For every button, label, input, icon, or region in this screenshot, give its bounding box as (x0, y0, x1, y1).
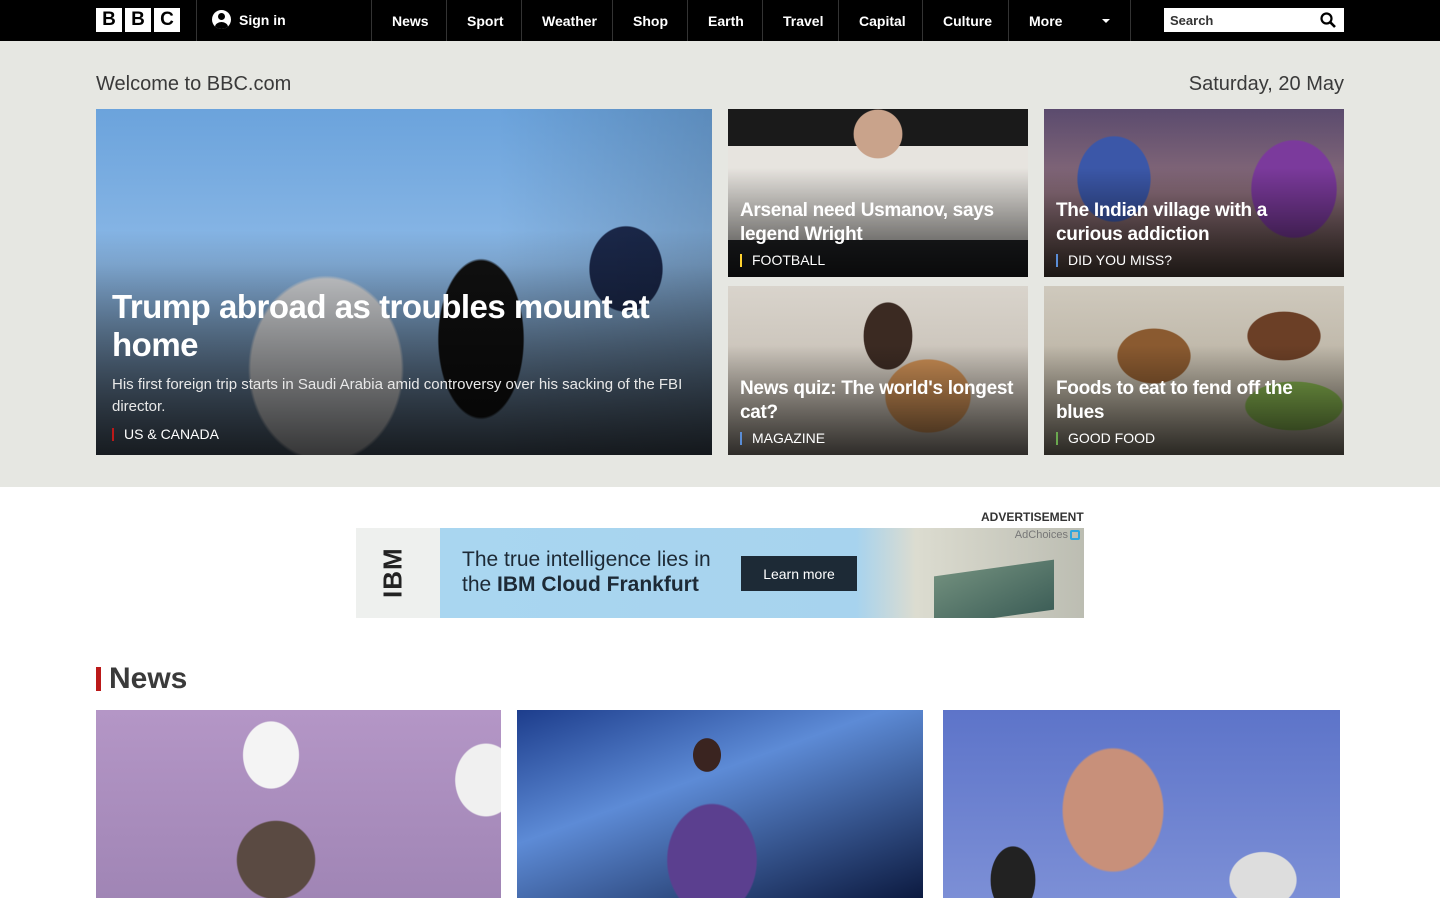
nav-travel[interactable]: Travel (762, 0, 838, 41)
nav-news[interactable]: News (371, 0, 446, 41)
news-story-image (943, 710, 1340, 898)
sign-in-button[interactable]: Sign in (212, 10, 286, 29)
main-story-tag[interactable]: US & CANADA (112, 427, 696, 441)
nav-earth[interactable]: Earth (687, 0, 762, 41)
story-text: Foods to eat to fend off the blues GOOD … (1056, 377, 1332, 445)
nav-more-label: More (1029, 12, 1063, 29)
main-story-text: Trump abroad as troubles mount at home H… (112, 288, 696, 441)
ad-line-2-bold: IBM Cloud Frankfurt (497, 573, 699, 596)
main-story-headline[interactable]: Trump abroad as troubles mount at home (112, 288, 696, 364)
story-card[interactable]: The Indian village with a curious addict… (1044, 109, 1344, 277)
story-tag[interactable]: GOOD FOOD (1056, 431, 1332, 445)
divider (196, 0, 197, 41)
adchoices-label: AdChoices (1014, 529, 1068, 541)
welcome-title: Welcome to BBC.com (96, 73, 292, 95)
story-text: News quiz: The world's longest cat? MAGA… (740, 377, 1016, 445)
adchoices-icon (1070, 530, 1080, 540)
story-tag[interactable]: MAGAZINE (740, 431, 1016, 445)
story-headline[interactable]: Foods to eat to fend off the blues (1056, 377, 1332, 425)
nav-capital[interactable]: Capital (838, 0, 922, 41)
adchoices-link[interactable]: AdChoices (1015, 529, 1080, 541)
ad-building-image (934, 559, 1054, 618)
search-input[interactable] (1164, 9, 1314, 31)
news-story-image (96, 710, 501, 898)
main-story-summary: His first foreign trip starts in Saudi A… (112, 376, 683, 415)
ibm-advert[interactable]: IBM The true intelligence lies in the IB… (356, 528, 1084, 618)
news-story-card[interactable] (517, 710, 923, 898)
nav-sport[interactable]: Sport (446, 0, 521, 41)
story-headline[interactable]: Arsenal need Usmanov, says legend Wright (740, 199, 1016, 247)
nav-weather[interactable]: Weather (521, 0, 612, 41)
main-story-card[interactable]: Trump abroad as troubles mount at home H… (96, 109, 712, 455)
current-date: Saturday, 20 May (1188, 73, 1344, 95)
learn-more-button[interactable]: Learn more (741, 556, 857, 591)
logo-letter: B (96, 8, 122, 32)
news-section-header: News (96, 662, 187, 696)
nav-more[interactable]: More (1008, 0, 1131, 41)
advertisement-label: ADVERTISEMENT (981, 510, 1084, 524)
bbc-logo[interactable]: B B C (96, 8, 180, 32)
search-icon[interactable] (1320, 12, 1336, 28)
story-text: The Indian village with a curious addict… (1056, 199, 1332, 267)
user-icon (212, 10, 231, 29)
nav-shop[interactable]: Shop (612, 0, 687, 41)
chevron-down-icon (1102, 18, 1110, 23)
story-text: Arsenal need Usmanov, says legend Wright… (740, 199, 1016, 267)
ad-line-2-prefix: the (462, 573, 498, 596)
news-story-card[interactable] (96, 710, 501, 898)
main-nav: News Sport Weather Shop Earth Travel Cap… (371, 0, 1131, 41)
ibm-logo: IBM (377, 547, 408, 599)
story-tag[interactable]: DID YOU MISS? (1056, 253, 1332, 267)
story-headline[interactable]: The Indian village with a curious addict… (1056, 199, 1332, 247)
story-card[interactable]: Foods to eat to fend off the blues GOOD … (1044, 286, 1344, 455)
top-bar: B B C Sign in News Sport Weather Shop Ea… (0, 0, 1440, 41)
logo-letter: C (154, 8, 180, 32)
ad-line-2: the IBM Cloud Frankfurt (462, 573, 699, 597)
sign-in-label: Sign in (239, 11, 286, 28)
story-card[interactable]: Arsenal need Usmanov, says legend Wright… (728, 109, 1028, 277)
story-card[interactable]: News quiz: The world's longest cat? MAGA… (728, 286, 1028, 455)
logo-letter: B (125, 8, 151, 32)
story-headline[interactable]: News quiz: The world's longest cat? (740, 377, 1016, 425)
search-box (1164, 8, 1344, 32)
nav-culture[interactable]: Culture (922, 0, 1008, 41)
section-accent-bar (96, 667, 101, 691)
story-tag[interactable]: FOOTBALL (740, 253, 1016, 267)
news-story-image (517, 710, 923, 898)
news-section-title[interactable]: News (109, 662, 187, 696)
ad-line-1: The true intelligence lies in (462, 548, 711, 571)
news-story-card[interactable] (943, 710, 1340, 898)
